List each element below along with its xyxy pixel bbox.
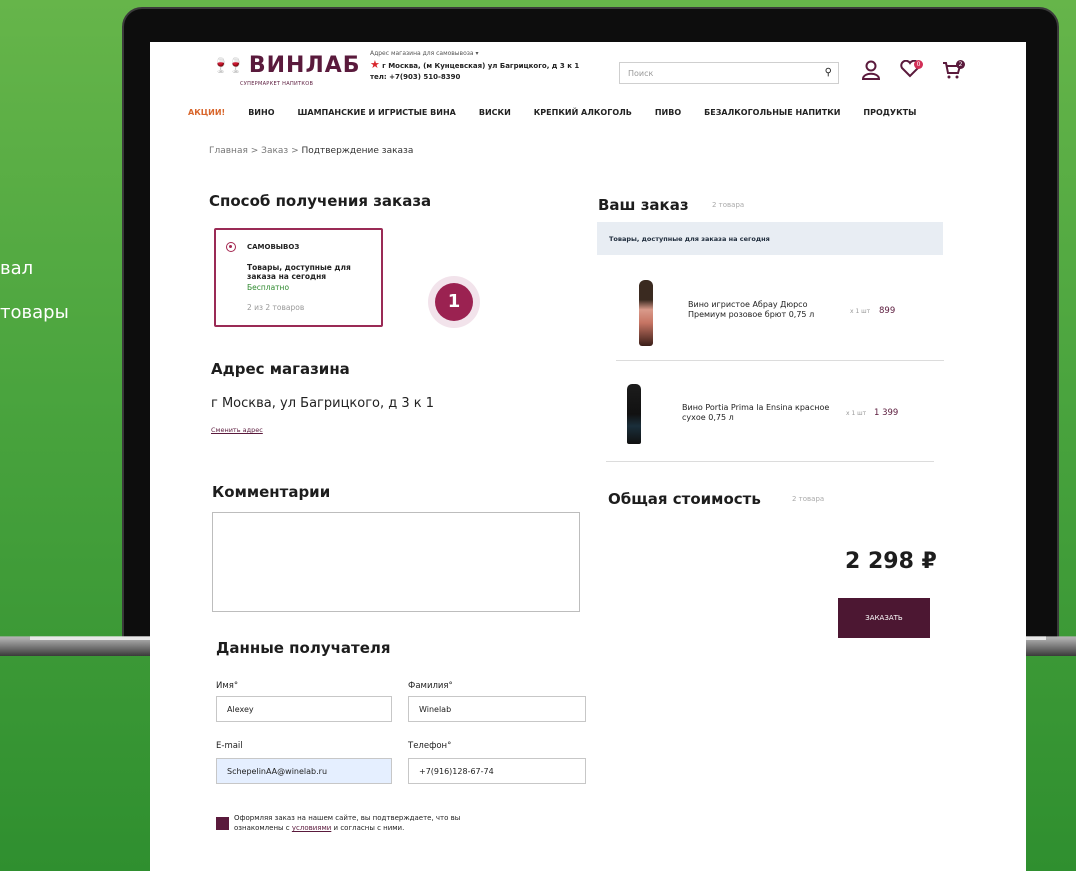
product-qty-2: x 1 шт [846,410,867,417]
comments-title: Комментарии [212,483,331,501]
store-address-text: г Москва, ул Багрицкого, д 3 к 1 [211,396,435,411]
order-button[interactable]: ЗАКАЗАТЬ [838,598,930,638]
logo[interactable]: 🍷🍷 ВИНЛАБ СУПЕРМАРКЕТ НАПИТКОВ [212,53,361,87]
pickup-radio[interactable] [226,242,236,252]
step-marker: 1 [435,283,473,321]
email-label: E-mail [216,741,243,751]
phone-label: Телефон° [408,741,452,751]
breadcrumb-order[interactable]: Заказ [261,146,288,156]
order-count: 2 товара [712,201,745,209]
browser-viewport: 🍷🍷 ВИНЛАБ СУПЕРМАРКЕТ НАПИТКОВ Адрес маг… [150,42,1026,871]
delivery-title: Способ получения заказа [209,192,432,210]
favorites-count-badge: 0 [914,60,923,69]
pickup-description: Товары, доступные для заказа на сегодня [247,263,351,281]
product-name-1: Вино игристое Абрау Дюрсо Премиум розово… [688,300,815,319]
store-phone: тел: +7(903) 510-8390 [370,73,461,81]
breadcrumb: Главная > Заказ > Подтверждение заказа [209,146,414,156]
user-icon[interactable] [861,60,881,85]
total-count: 2 товара [792,495,825,503]
logo-subtitle: СУПЕРМАРКЕТ НАПИТКОВ [240,81,314,87]
background-text-1: вал [0,258,34,279]
nav-item-products[interactable]: ПРОДУКТЫ [863,108,916,117]
store-address-title: Адрес магазина [211,360,350,378]
total-amount: 2 298 ₽ [845,549,937,574]
star-icon: ★ [370,58,380,71]
main-nav: АКЦИИ! ВИНО ШАМПАНСКИЕ И ИГРИСТЫЕ ВИНА В… [188,108,939,117]
total-title: Общая стоимость [608,490,761,508]
breadcrumb-home[interactable]: Главная [209,146,248,156]
product-qty-1: x 1 шт [850,308,871,315]
store-address: г Москва, (м Кунцевская) ул Багрицкого, … [382,62,580,70]
store-selector[interactable]: Адрес магазина для самовывоза ▾ ★ г Моск… [370,48,579,83]
cart-count-badge: 2 [956,60,965,69]
pickup-option-card[interactable]: САМОВЫВОЗ Товары, доступные для заказа н… [214,228,383,327]
first-name-field[interactable]: Alexey [216,696,392,722]
product-divider [616,360,944,361]
pickup-count: 2 из 2 товаров [247,303,305,312]
search-placeholder: Поиск [628,69,654,78]
sparkling-wine-bottle-image [639,280,653,346]
nav-item-soft-drinks[interactable]: БЕЗАЛКОГОЛЬНЫЕ НАПИТКИ [704,108,840,117]
logo-text: ВИНЛАБ [248,53,361,78]
agree-text: Оформляя заказ на нашем сайте, вы подтве… [234,814,461,832]
recipient-title: Данные получателя [216,639,391,657]
agree-checkbox[interactable] [216,817,229,830]
nav-item-promo[interactable]: АКЦИИ! [188,108,225,117]
order-title: Ваш заказ [598,196,689,214]
product-price-2: 1 399 [874,408,899,418]
red-wine-bottle-image [627,384,641,444]
search-input[interactable]: Поиск ⚲ [619,62,839,84]
nav-item-wine[interactable]: ВИНО [248,108,274,117]
last-name-label: Фамилия° [408,681,453,691]
nav-item-spirits[interactable]: КРЕПКИЙ АЛКОГОЛЬ [534,108,632,117]
background-text-2: товары [0,302,69,323]
last-name-field[interactable]: Winelab [408,696,586,722]
pickup-title: САМОВЫВОЗ [247,243,300,251]
pickup-price: Бесплатно [247,283,290,292]
email-field[interactable]: SchepelinAA@winelab.ru [216,758,392,784]
first-name-label: Имя° [216,681,239,691]
product-name-2: Вино Portia Prima la Ensina красное сухо… [682,403,830,422]
store-caption: Адрес магазина для самовывоза ▾ [370,50,479,57]
product-price-1: 899 [879,306,896,316]
wine-glasses-icon: 🍷🍷 [212,57,245,74]
search-icon[interactable]: ⚲ [825,67,832,78]
change-address-link[interactable]: Сменить адрес [211,426,263,434]
nav-item-whisky[interactable]: ВИСКИ [479,108,511,117]
nav-item-sparkling[interactable]: ШАМПАНСКИЕ И ИГРИСТЫЕ ВИНА [298,108,456,117]
terms-link[interactable]: условиями [292,824,331,832]
phone-field[interactable]: +7(916)128-67-74 [408,758,586,784]
breadcrumb-current: Подтверждение заказа [301,146,414,156]
product-divider [606,461,934,462]
availability-bar: Товары, доступные для заказа на сегодня [597,222,943,255]
nav-item-beer[interactable]: ПИВО [655,108,681,117]
comment-textarea[interactable] [212,512,580,612]
